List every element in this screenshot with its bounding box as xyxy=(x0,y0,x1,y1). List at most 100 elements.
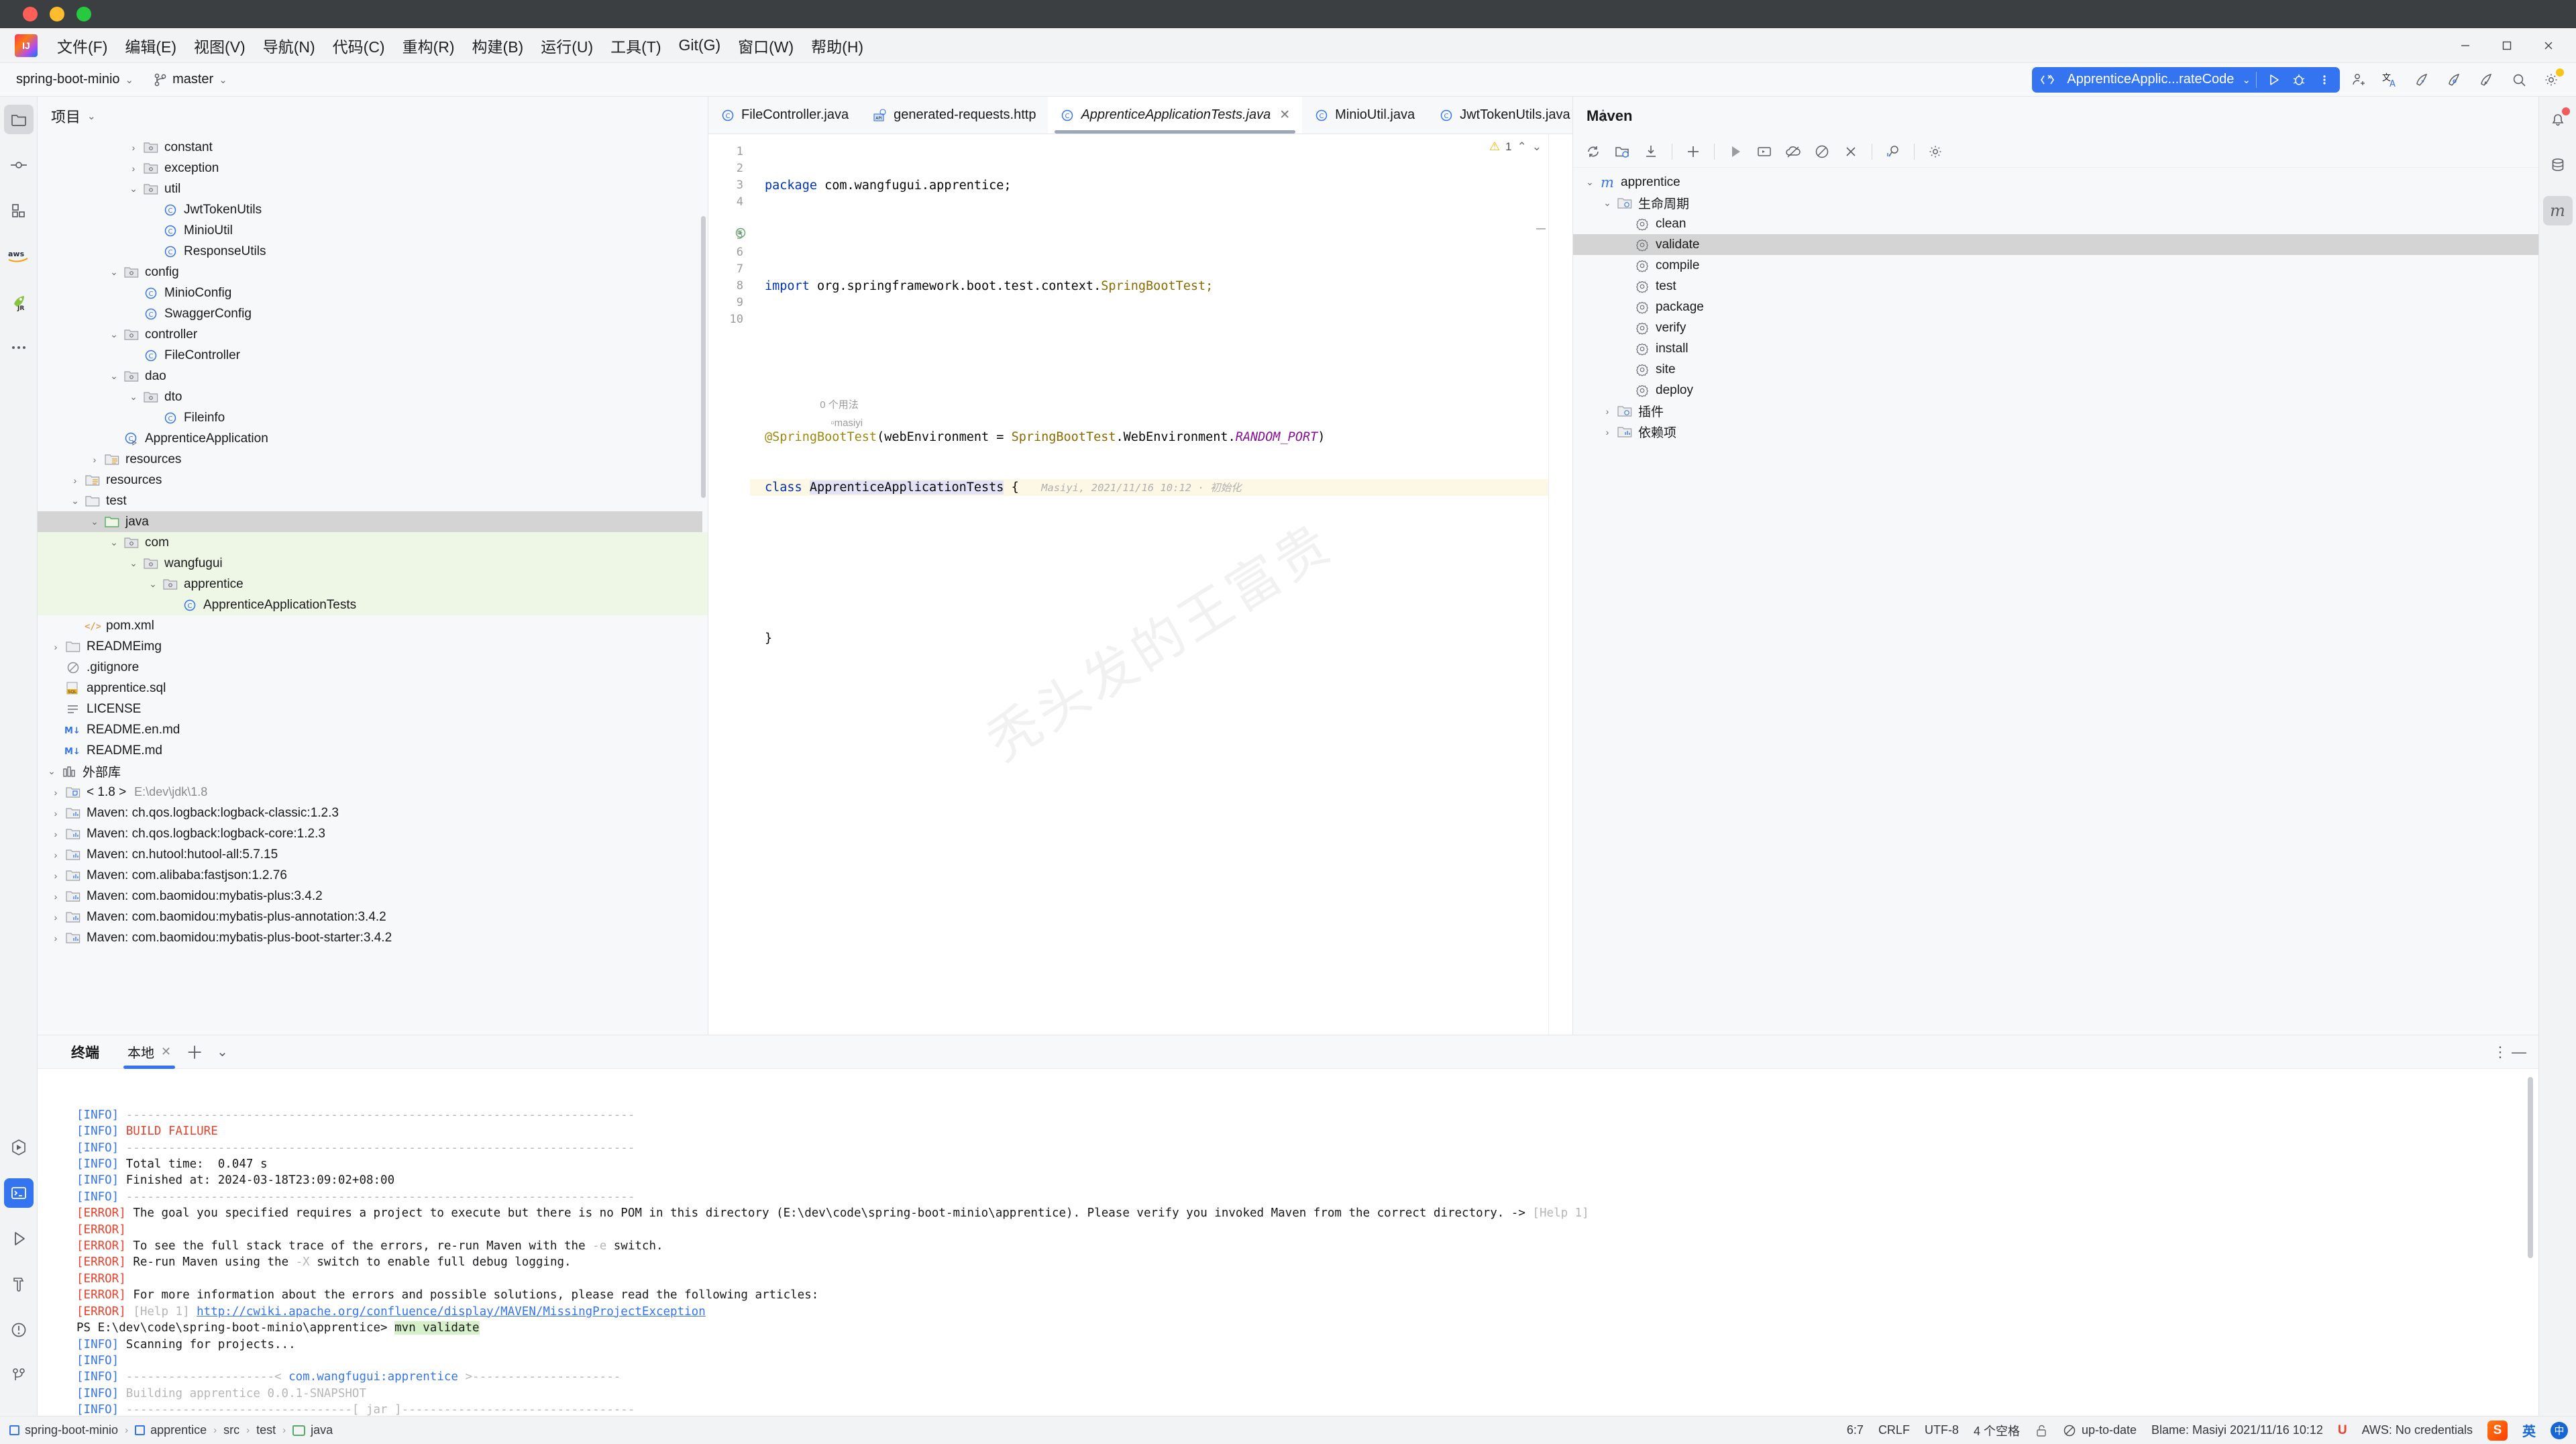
project-tree-node[interactable]: CApprenticeApplication xyxy=(38,428,708,449)
project-tree-node[interactable]: CFileinfo xyxy=(38,407,708,428)
window-minimize-button[interactable] xyxy=(2445,28,2486,63)
project-tree-node[interactable]: LICENSE xyxy=(38,699,708,719)
menu-git[interactable]: Git(G) xyxy=(670,32,730,58)
stripe-aws-icon[interactable]: aws xyxy=(4,242,34,271)
maven-reload-icon[interactable] xyxy=(1580,140,1607,164)
collapse-arrow-icon[interactable]: › xyxy=(47,641,64,652)
ide-badge[interactable]: U xyxy=(2338,1423,2347,1438)
project-tree-node[interactable]: ⌄apprentice xyxy=(38,574,708,595)
branch-selector[interactable]: master ⌄ xyxy=(147,69,234,90)
collapse-arrow-icon[interactable]: › xyxy=(86,454,103,465)
breadcrumb-item[interactable]: apprentice xyxy=(135,1423,207,1437)
maven-tree-node[interactable]: validate xyxy=(1573,234,2538,255)
stripe-terminal-icon[interactable] xyxy=(4,1178,34,1208)
terminal-tab-local[interactable]: 本地 ✕ xyxy=(119,1035,179,1069)
search-icon[interactable] xyxy=(2505,67,2533,93)
project-tree-node[interactable]: ›constant xyxy=(38,137,708,158)
expand-arrow-icon[interactable]: ⌄ xyxy=(125,558,142,569)
terminal-link[interactable]: http://cwiki.apache.org/confluence/displ… xyxy=(197,1305,706,1319)
maven-project-tree[interactable]: ⌄mapprentice⌄生命周期cleanvalidatecompiletes… xyxy=(1573,168,2538,1035)
menu-window[interactable]: 窗口(W) xyxy=(729,30,802,61)
menu-refactor[interactable]: 重构(R) xyxy=(394,30,464,61)
menu-tools[interactable]: 工具(T) xyxy=(602,30,669,61)
expand-arrow-icon[interactable]: ⌄ xyxy=(105,266,123,278)
caret-position[interactable]: 6:7 xyxy=(1847,1423,1864,1437)
collapse-arrow-icon[interactable]: › xyxy=(47,912,64,923)
sogou-ime-icon[interactable]: S xyxy=(2487,1421,2508,1441)
next-highlight-icon[interactable]: ⌄ xyxy=(1532,140,1542,154)
project-tree-node[interactable]: ⌄dto xyxy=(38,386,708,407)
expand-arrow-icon[interactable]: ⌄ xyxy=(66,495,84,507)
project-selector[interactable]: spring-boot-minio ⌄ xyxy=(9,69,140,90)
maven-tree-node[interactable]: ›依赖项 xyxy=(1573,421,2538,442)
project-tree-node[interactable]: ›Maven: ch.qos.logback:logback-core:1.2.… xyxy=(38,823,708,844)
run-test-gutter-icon[interactable] xyxy=(735,227,746,238)
line-separator[interactable]: CRLF xyxy=(1878,1423,1910,1437)
maven-tree-node[interactable]: compile xyxy=(1573,255,2538,276)
maven-tree-node[interactable]: verify xyxy=(1573,317,2538,338)
prev-highlight-icon[interactable]: ⌃ xyxy=(1517,140,1527,154)
run-configuration-widget[interactable]: ApprenticeApplic...rateCode ⌄ xyxy=(2032,67,2340,93)
editor-tabs-more-icon[interactable]: ⋮ xyxy=(1582,97,1624,134)
project-tree-node[interactable]: ›resources xyxy=(38,470,708,491)
window-restore-button[interactable] xyxy=(2486,28,2528,63)
vcs-status-widget[interactable]: up-to-date xyxy=(2063,1423,2137,1437)
expand-arrow-icon[interactable]: ⌄ xyxy=(105,370,123,382)
project-tree-node[interactable]: ⌄com xyxy=(38,532,708,553)
project-tree-node[interactable]: ›Maven: com.alibaba:fastjson:1.2.76 xyxy=(38,865,708,886)
window-maximize-dot[interactable] xyxy=(76,7,91,21)
translate-icon[interactable]: 文A xyxy=(2376,67,2404,93)
editor-tab[interactable]: CMinioUtil.java xyxy=(1302,97,1427,134)
aws-credentials-status[interactable]: AWS: No credentials xyxy=(2362,1423,2473,1437)
debug-button[interactable] xyxy=(2288,69,2310,91)
collapse-arrow-icon[interactable]: › xyxy=(47,933,64,943)
ime-dot-icon[interactable]: 中 xyxy=(2551,1422,2568,1439)
maven-tree-node[interactable]: install xyxy=(1573,338,2538,359)
maven-tree-node[interactable]: test xyxy=(1573,276,2538,297)
code-editor[interactable]: 1234 5 678910 package com.wangfugui.appr… xyxy=(708,134,1572,1035)
window-close-button[interactable] xyxy=(2528,28,2569,63)
stripe-structure-icon[interactable] xyxy=(4,196,34,225)
maven-toggle-offline-icon[interactable] xyxy=(1780,140,1807,164)
project-tree-node[interactable]: ›resources xyxy=(38,449,708,470)
terminal-output[interactable]: [INFO] ---------------------------------… xyxy=(38,1069,2538,1416)
menu-help[interactable]: 帮助(H) xyxy=(802,30,872,61)
expand-arrow-icon[interactable]: ⌄ xyxy=(105,329,123,340)
maven-skip-tests-icon[interactable] xyxy=(1809,140,1835,164)
blame-info[interactable]: Blame: Masiyi 2021/11/16 10:12 xyxy=(2151,1423,2323,1437)
ai-assistant-icon[interactable] xyxy=(2440,67,2469,93)
editor-right-gutter[interactable] xyxy=(1548,134,1572,1035)
window-close-dot[interactable] xyxy=(23,7,38,21)
collapse-arrow-icon[interactable]: › xyxy=(47,849,64,860)
editor-gutter[interactable]: 1234 5 678910 xyxy=(708,134,750,1035)
project-tree-node[interactable]: CApprenticeApplicationTests xyxy=(38,595,708,615)
project-tree-node[interactable]: ›Maven: com.baomidou:mybatis-plus:3.4.2 xyxy=(38,886,708,907)
menu-run[interactable]: 运行(U) xyxy=(532,30,602,61)
maven-profiles-icon[interactable] xyxy=(1880,140,1907,164)
terminal-dropdown-icon[interactable]: ⌄ xyxy=(210,1043,235,1060)
project-tree-node[interactable]: SQLapprentice.sql xyxy=(38,678,708,699)
stripe-database-icon[interactable] xyxy=(2543,150,2573,180)
add-user-icon[interactable] xyxy=(2344,67,2372,93)
project-tree-node[interactable]: ⌄wangfugui xyxy=(38,553,708,574)
project-tree-node[interactable]: ›< 1.8 >E:\dev\jdk\1.8 xyxy=(38,782,708,803)
terminal-minimize-icon[interactable]: — xyxy=(2512,1043,2526,1061)
code-inlay-hint[interactable]: Masiyi, 2021/11/16 10:12 · 初始化 xyxy=(1041,482,1241,494)
expand-arrow-icon[interactable]: ⌄ xyxy=(86,516,103,527)
chevron-down-icon[interactable]: ⌄ xyxy=(87,110,96,122)
maven-tree-node[interactable]: site xyxy=(1573,359,2538,380)
expand-arrow-icon[interactable]: ⌄ xyxy=(144,578,162,590)
project-tree-node[interactable]: .gitignore xyxy=(38,657,708,678)
project-tree-node[interactable]: ⌄java xyxy=(38,511,702,532)
menu-navigate[interactable]: 导航(N) xyxy=(254,30,324,61)
close-icon[interactable]: ✕ xyxy=(1279,107,1290,123)
project-tree-node[interactable]: CJwtTokenUtils xyxy=(38,199,708,220)
project-tree-scrollbar[interactable] xyxy=(701,216,706,498)
editor-tab[interactable]: APIgenerated-requests.http xyxy=(861,97,1048,134)
close-icon[interactable]: ✕ xyxy=(161,1045,171,1059)
stripe-junie-rocket-icon[interactable]: JR xyxy=(4,287,34,317)
author-hint[interactable]: masiyi xyxy=(835,417,863,429)
maven-tree-node[interactable]: ⌄生命周期 xyxy=(1573,193,2538,213)
stripe-build-hammer-icon[interactable] xyxy=(4,1270,34,1299)
breadcrumb-item[interactable]: spring-boot-minio xyxy=(9,1423,118,1437)
